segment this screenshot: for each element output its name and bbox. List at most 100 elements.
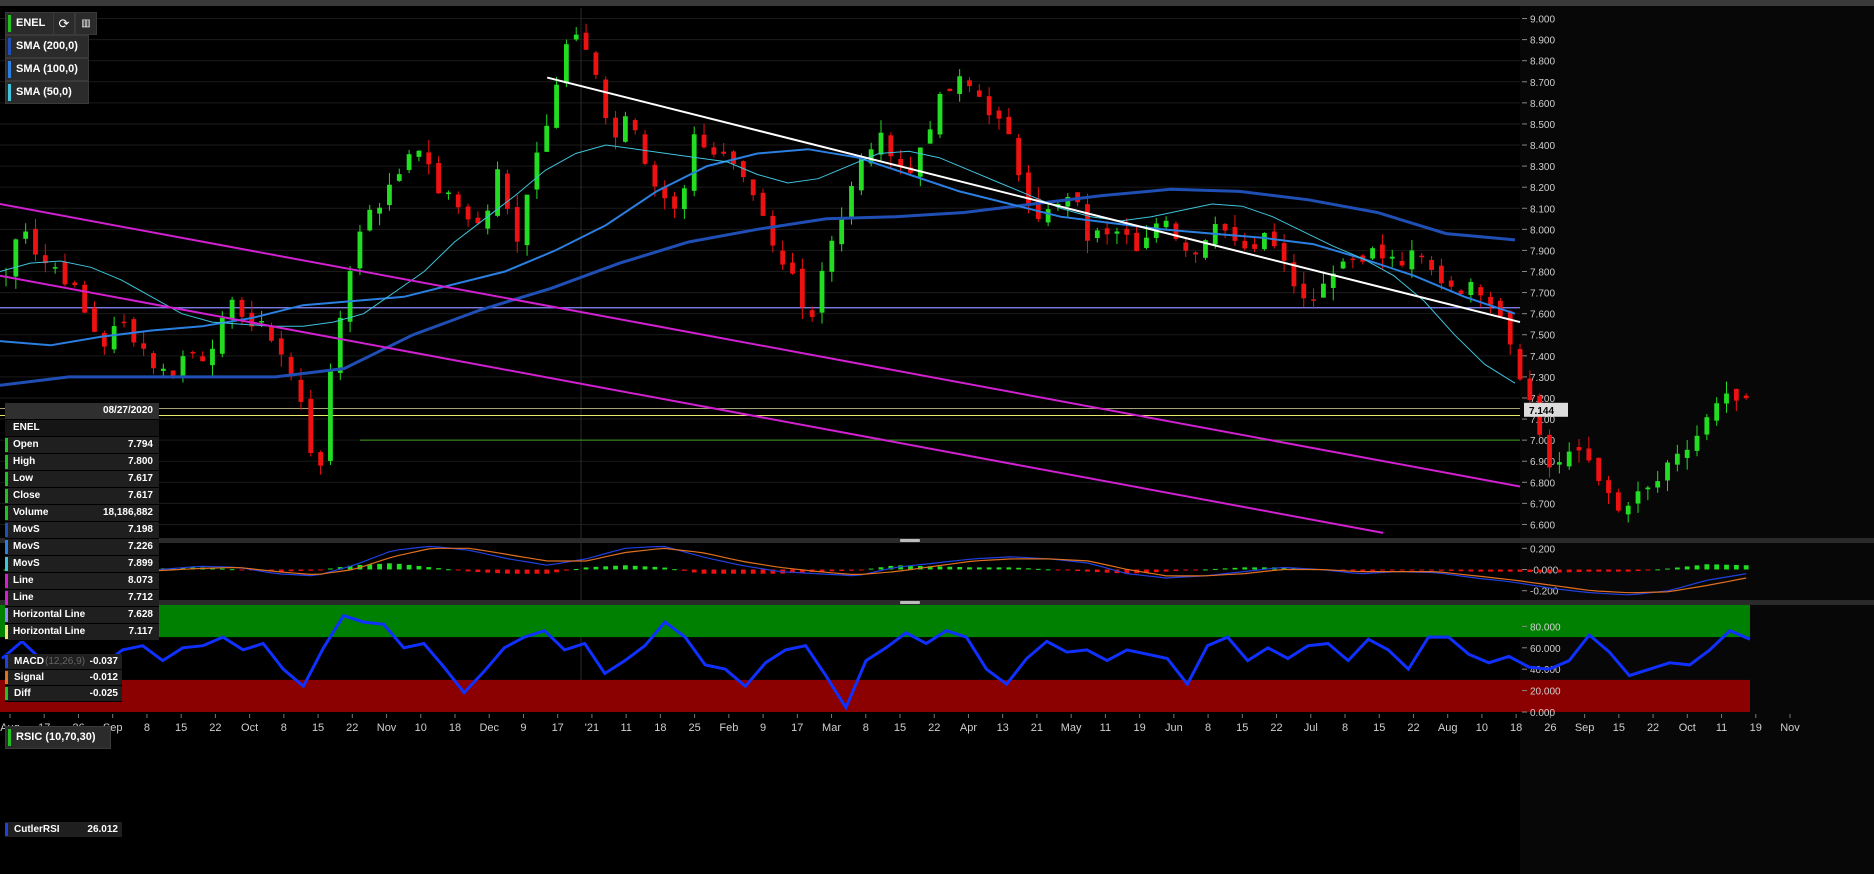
chart-canvas[interactable]: 9.000 8.900 8.800 8.700 8.600 8.500 8.400 8.300… — [0, 0, 1874, 874]
candle-body — [593, 52, 599, 75]
macd-histogram-bar — [1389, 569, 1395, 571]
macd-histogram-bar — [1527, 569, 1533, 573]
macd-histogram-bar — [1743, 565, 1749, 570]
macd-histogram-bar — [485, 569, 491, 573]
rsi-value-key: CutlerRSI — [14, 824, 60, 835]
rsi-label[interactable]: RSIC (10,70,30) — [5, 726, 111, 749]
macd-histogram-bar — [1704, 564, 1710, 570]
candle-body — [652, 164, 658, 187]
price-tick-label: 8.600 — [1530, 99, 1555, 110]
macd-histogram-bar — [1724, 564, 1729, 570]
candle-body — [131, 319, 137, 343]
refresh-button[interactable]: ⟳ — [53, 12, 75, 35]
macd-histogram-bar — [1055, 569, 1061, 571]
macd-histogram-bar — [957, 567, 963, 570]
candle-body — [465, 206, 471, 220]
legend-color-swatch — [8, 38, 11, 55]
chart-settings-button[interactable]: ▥ — [75, 12, 97, 35]
candle-body — [151, 353, 156, 369]
candle-body — [455, 194, 461, 208]
macd-histogram-bar — [691, 569, 697, 573]
time-tick-label: Dec — [479, 722, 499, 734]
candle-body — [947, 88, 953, 92]
time-tick-label: Nov — [377, 722, 397, 734]
macd-histogram-bar — [377, 563, 382, 570]
time-tick-label: 17 — [791, 722, 803, 734]
row-swatch — [5, 506, 8, 520]
price-tick-label: 8.100 — [1530, 204, 1555, 215]
candle-body — [1389, 256, 1395, 259]
rsi-tick-label: 20.000 — [1530, 687, 1561, 698]
candle-body — [1606, 480, 1611, 494]
candle-body — [799, 268, 805, 308]
candle-body — [318, 452, 324, 466]
rsi-data-window: CutlerRSI 26.012 — [5, 822, 122, 838]
legend-item-sma-50-0[interactable]: SMA (50,0) — [5, 81, 89, 104]
candle-body — [672, 196, 677, 209]
macd-histogram-bar — [1556, 569, 1562, 573]
macd-histogram-bar — [1438, 569, 1444, 571]
candle-body — [1104, 228, 1110, 235]
row-value: 7.628 — [127, 609, 153, 620]
candle-body — [269, 325, 274, 341]
candle-body — [976, 90, 982, 97]
candle-body — [1301, 283, 1307, 299]
macd-histogram-bar — [1478, 569, 1484, 572]
time-tick-label: 8 — [1342, 722, 1348, 734]
macd-data-window: MACD -0.037 (12,26,9) Signal -0.012 Diff -0.02… — [5, 654, 122, 702]
legend-item-sma-200-0[interactable]: SMA (200,0) — [5, 35, 89, 58]
candle-body — [141, 343, 147, 349]
legend-item-sma-100-0[interactable]: SMA (100,0) — [5, 58, 89, 81]
candle-body — [328, 371, 333, 461]
candle-body — [1045, 209, 1051, 223]
macd-histogram-bar — [1212, 568, 1218, 570]
candle-body — [544, 125, 550, 152]
time-tick-label: 26 — [1544, 722, 1556, 734]
candle-body — [1478, 287, 1484, 296]
macd-histogram-bar — [760, 569, 766, 574]
macd-histogram-bar — [1606, 569, 1611, 572]
time-tick-label: '21 — [585, 722, 599, 734]
macd-histogram-bar — [1065, 569, 1071, 571]
price-tick-label: 7.400 — [1530, 352, 1555, 363]
candle-body — [1094, 230, 1100, 239]
candle-body — [298, 379, 304, 402]
time-tick-label: 18 — [1510, 722, 1522, 734]
candle-body — [1468, 281, 1474, 296]
macd-histogram-bar — [1409, 569, 1415, 571]
candle-body — [534, 152, 540, 190]
row-value: 7.198 — [127, 524, 153, 535]
macd-histogram-bar — [1537, 569, 1543, 573]
row-key: Volume — [13, 507, 49, 518]
candle-body — [1429, 259, 1434, 270]
price-tick-label: 8.500 — [1530, 120, 1555, 131]
candle-body — [1714, 403, 1720, 421]
symbol-label-text: ENEL — [16, 17, 46, 29]
row-value: -0.012 — [89, 672, 118, 683]
candle-body — [180, 356, 186, 376]
candle-body — [239, 299, 245, 317]
macd-histogram-bar — [731, 569, 736, 574]
candle-body — [1419, 255, 1425, 258]
time-tick-label: 18 — [449, 722, 461, 734]
price-tick-label: 8.900 — [1530, 36, 1555, 47]
candle-body — [1340, 261, 1346, 269]
candle-body — [377, 207, 382, 214]
row-value: -0.025 — [89, 688, 118, 699]
data-window-row: Low 7.617 — [5, 471, 159, 488]
time-tick-label: 18 — [654, 722, 666, 734]
candle-body — [1321, 283, 1326, 298]
top-tab-strip — [0, 0, 1874, 6]
time-tick-label: 8 — [144, 722, 150, 734]
legend-label: SMA (200,0) — [16, 40, 78, 52]
price-tick-label: 6.600 — [1530, 520, 1555, 531]
candle-body — [485, 210, 491, 229]
candle-body — [62, 261, 68, 285]
candle-body — [1674, 453, 1680, 465]
candle-body — [357, 231, 363, 269]
macd-histogram-bar — [839, 569, 845, 571]
candle-body — [101, 332, 107, 347]
candle-body — [1655, 481, 1661, 488]
price-tick-label: 7.700 — [1530, 289, 1555, 300]
candle-body — [1006, 116, 1012, 135]
